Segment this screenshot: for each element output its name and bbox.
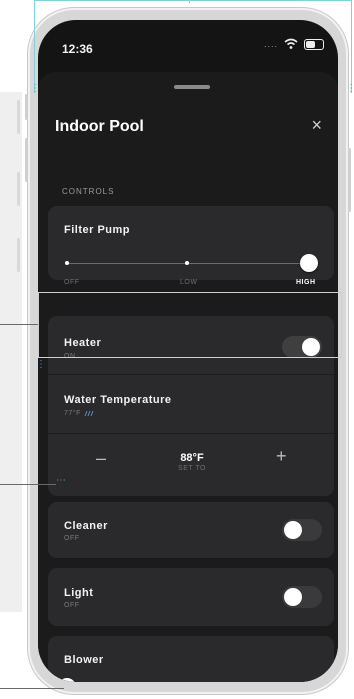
slider-label-low: LOW: [180, 279, 198, 286]
light-card: Light OFF: [48, 568, 334, 626]
increase-temperature-button[interactable]: +: [276, 446, 287, 467]
slider-stop-off[interactable]: [65, 261, 69, 265]
water-temperature-value: 77°F: [64, 410, 81, 417]
set-to-label: SET TO: [178, 465, 206, 472]
water-temperature-current: 77°F: [64, 410, 94, 417]
annotation-highlight: [38, 292, 342, 358]
annotation-handle: ⋮: [346, 83, 354, 94]
cleaner-card: Cleaner OFF: [48, 502, 334, 558]
water-temperature-title: Water Temperature: [64, 394, 172, 406]
annotation-handle: ⋯: [56, 475, 66, 486]
toggle-knob: [284, 588, 302, 606]
annotation-pointer: [0, 324, 38, 325]
phone-side-button: [348, 148, 351, 212]
slider-label-high: HIGH: [296, 279, 316, 286]
background-tick: [17, 100, 20, 134]
blower-title: Blower: [64, 654, 104, 666]
phone-side-button: [25, 138, 28, 182]
cleaner-title: Cleaner: [64, 520, 108, 532]
close-icon[interactable]: ×: [311, 116, 322, 134]
divider: [48, 433, 334, 434]
light-toggle[interactable]: [282, 586, 322, 608]
background-panel: [0, 92, 22, 612]
decrease-temperature-button[interactable]: –: [96, 448, 106, 469]
cleaner-toggle[interactable]: [282, 519, 322, 541]
annotation-handle: ⋮: [30, 83, 40, 94]
phone-side-button: [25, 94, 28, 120]
annotation-pointer: [0, 484, 56, 485]
slider-stop-low[interactable]: [185, 261, 189, 265]
heat-wave-icon: [84, 410, 94, 417]
page-title: Indoor Pool: [55, 118, 144, 135]
filter-pump-card: Filter Pump OFF LOW HIGH: [48, 206, 334, 286]
divider: [48, 374, 334, 375]
filter-pump-title: Filter Pump: [64, 224, 131, 236]
light-status: OFF: [64, 602, 80, 609]
annotation-frame: [34, 0, 352, 93]
filter-pump-slider-knob[interactable]: [300, 254, 318, 272]
annotation-pointer: [0, 688, 64, 689]
filter-pump-slider-track[interactable]: [66, 263, 312, 264]
slider-label-off: OFF: [64, 279, 80, 286]
blower-card: Blower: [48, 636, 334, 682]
background-tick: [17, 238, 20, 272]
pool-sheet: Indoor Pool × CONTROLS Filter Pump OFF L…: [38, 72, 338, 682]
section-label-controls: CONTROLS: [62, 187, 115, 196]
annotation-marker: [189, 0, 190, 3]
background-tick: [17, 172, 20, 206]
annotation-handle: ⋮: [36, 359, 46, 370]
temperature-setpoint: 88°F: [180, 452, 204, 464]
cleaner-status: OFF: [64, 535, 80, 542]
toggle-knob: [284, 521, 302, 539]
blower-slider-knob[interactable]: [58, 678, 76, 682]
light-title: Light: [64, 587, 94, 599]
